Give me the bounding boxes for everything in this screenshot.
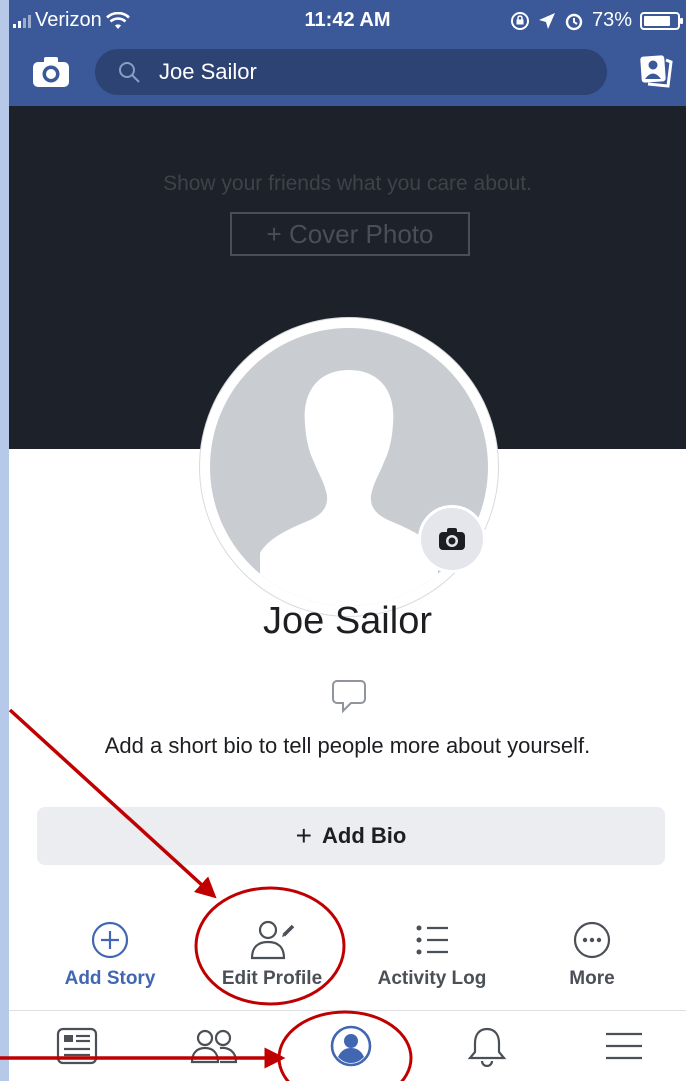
- bell-icon: [467, 1027, 507, 1067]
- activity-log-button[interactable]: Activity Log: [357, 918, 507, 990]
- more-button[interactable]: More: [517, 918, 667, 990]
- action-label: Add Story: [64, 968, 156, 989]
- plus-icon: +: [295, 820, 313, 851]
- change-profile-photo-button[interactable]: [418, 505, 486, 573]
- search-input[interactable]: Joe Sailor: [159, 59, 257, 85]
- bio-prompt: Add a short bio to tell people more abou…: [104, 733, 591, 758]
- profile-icon: [330, 1025, 372, 1067]
- list-icon: [416, 925, 448, 955]
- profile-actions: Add Story Edit Profile Activity Log More: [9, 918, 686, 994]
- more-icon: [573, 921, 611, 959]
- facebook-profile-screen: Verizon 11:42 AM 73% Joe Sailor Show you…: [9, 0, 686, 1081]
- profile-name: Joe Sailor: [263, 600, 432, 642]
- news-feed-icon: [56, 1027, 98, 1065]
- camera-icon: [33, 57, 69, 87]
- left-border: [0, 0, 9, 1081]
- tab-profile[interactable]: [301, 1011, 401, 1081]
- search-icon: [119, 62, 140, 83]
- photos-icon: [640, 55, 673, 88]
- status-right: 73%: [510, 9, 683, 32]
- rotation-lock-icon: [510, 11, 529, 30]
- edit-profile-icon: [250, 920, 295, 960]
- friends-icon: [190, 1029, 238, 1064]
- tab-menu[interactable]: [574, 1011, 674, 1081]
- add-bio-label: Add Bio: [322, 823, 407, 848]
- add-circle-icon: [91, 921, 129, 959]
- tab-notifications[interactable]: [437, 1011, 537, 1081]
- add-bio-button[interactable]: + Add Bio: [37, 807, 665, 865]
- tab-friends[interactable]: [164, 1011, 264, 1081]
- camera-icon: [439, 528, 465, 550]
- top-header: Joe Sailor: [9, 40, 686, 106]
- add-cover-photo-button[interactable]: + Cover Photo: [230, 212, 470, 256]
- status-bar: Verizon 11:42 AM 73%: [9, 0, 686, 40]
- tab-news-feed[interactable]: [27, 1011, 127, 1081]
- action-label: More: [569, 968, 615, 989]
- battery-percent: 73%: [591, 9, 632, 31]
- action-label: Activity Log: [377, 968, 487, 989]
- search-bar[interactable]: Joe Sailor: [95, 49, 607, 95]
- action-label: Edit Profile: [221, 968, 323, 989]
- edit-profile-button[interactable]: Edit Profile: [197, 918, 347, 990]
- location-icon: [538, 12, 555, 29]
- menu-icon: [606, 1032, 642, 1060]
- speech-bubble-icon: [332, 680, 366, 714]
- cover-prompt: Show your friends what you care about.: [163, 172, 532, 195]
- add-story-button[interactable]: Add Story: [35, 918, 185, 990]
- battery-icon: [640, 11, 683, 30]
- messenger-button[interactable]: [638, 54, 674, 95]
- camera-button[interactable]: [31, 55, 71, 94]
- alarm-icon: [565, 13, 583, 30]
- bottom-tab-bar: [9, 1011, 686, 1081]
